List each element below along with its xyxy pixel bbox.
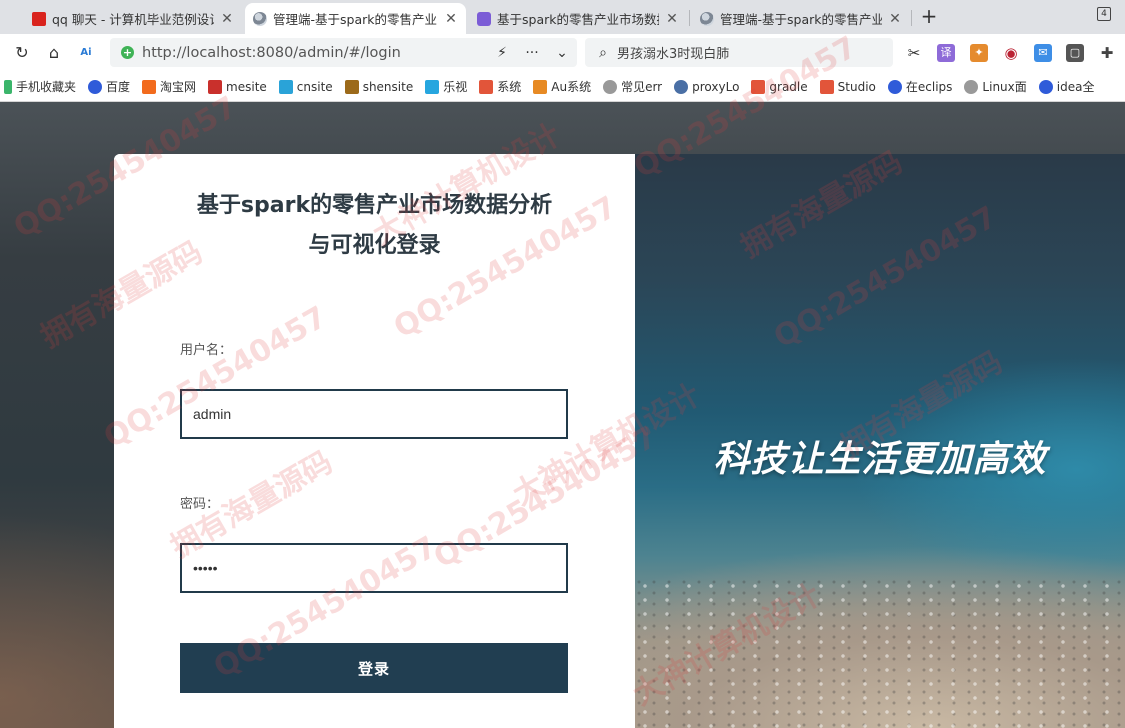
tv-icon xyxy=(425,79,440,94)
globe-favicon-icon xyxy=(700,11,714,26)
cnsite-icon xyxy=(278,79,293,94)
tab-qq-chat[interactable]: qq 聊天 - 计算机毕业范例设计 ✕ xyxy=(24,3,242,34)
title-line-1: 基于spark的零售产业市场数据分析 xyxy=(196,193,553,218)
globe-icon xyxy=(603,79,618,94)
puzzle-icon[interactable]: ✚ xyxy=(1098,44,1116,62)
mail-icon[interactable]: ✉ xyxy=(1034,44,1052,62)
eye-icon[interactable]: ◉ xyxy=(1002,44,1020,62)
login-page: 基于spark的零售产业市场数据分析 与可视化登录 用户名： 密码： 登录 科技… xyxy=(0,102,1125,728)
tab-title: 基于spark的零售产业市场数据 xyxy=(497,12,659,27)
scissors-icon[interactable]: ✂ xyxy=(905,44,923,62)
tab-admin-login-2[interactable]: 管理端-基于spark的零售产业 ✕ xyxy=(692,3,910,34)
tab-title: 管理端-基于spark的零售产业 xyxy=(273,12,437,27)
bookmark-item[interactable]: 淘宝网 xyxy=(142,78,196,95)
bookmark-item[interactable]: 手机收藏夹 xyxy=(4,78,76,95)
username-label: 用户名： xyxy=(180,343,233,358)
tab-separator xyxy=(911,10,912,26)
password-input[interactable] xyxy=(193,545,566,591)
baidu-icon xyxy=(1038,79,1053,94)
lightning-icon[interactable]: ⚡ xyxy=(487,45,517,61)
system-icon xyxy=(479,79,494,94)
qq-favicon-icon xyxy=(32,11,46,26)
taobao-icon xyxy=(142,79,157,94)
address-bar[interactable]: + http://localhost:8080/admin/#/login ⚡ … xyxy=(110,38,577,67)
globe-favicon-icon xyxy=(253,11,267,26)
bookmark-item[interactable]: Studio xyxy=(819,79,876,94)
reload-icon[interactable]: ↻ xyxy=(12,43,32,63)
mesite-icon xyxy=(208,79,223,94)
game-icon[interactable]: ✦ xyxy=(970,44,988,62)
tab-title: 管理端-基于spark的零售产业 xyxy=(720,12,882,27)
translate-icon[interactable]: 译 xyxy=(937,44,955,62)
home-icon[interactable]: ⌂ xyxy=(44,43,64,63)
studio-icon xyxy=(819,79,834,94)
bookmark-item[interactable]: 乐视 xyxy=(425,78,467,95)
tab-admin-login[interactable]: 管理端-基于spark的零售产业 ✕ xyxy=(245,3,466,34)
baidu-icon xyxy=(88,79,103,94)
globe-icon xyxy=(964,79,979,94)
bookmarks-bar: 手机收藏夹 百度 淘宝网 mesite cnsite shensite 乐视 系… xyxy=(0,72,1125,102)
tab-separator xyxy=(689,10,690,26)
bookmark-item[interactable]: 在eclips xyxy=(887,78,952,95)
ai-icon[interactable]: Ai xyxy=(76,43,96,63)
bookmark-item[interactable]: Au系统 xyxy=(533,78,591,95)
bookmark-item[interactable]: idea全 xyxy=(1038,78,1094,95)
title-line-2: 与可视化登录 xyxy=(308,233,441,258)
browser-toolbar: ↻ ⌂ Ai + http://localhost:8080/admin/#/l… xyxy=(0,34,1125,72)
close-icon[interactable]: ✕ xyxy=(888,11,902,27)
banner-slogan: 科技让生活更加高效 xyxy=(713,439,1047,480)
tab-count-badge[interactable]: 4 xyxy=(1097,7,1111,21)
search-icon: ⌕ xyxy=(599,44,607,61)
address-url[interactable]: http://localhost:8080/admin/#/login xyxy=(142,45,487,61)
chevron-down-icon[interactable]: ⌄ xyxy=(547,45,577,61)
new-tab-button[interactable]: + xyxy=(918,5,940,27)
beach-texture xyxy=(635,578,1125,728)
bookmark-item[interactable]: 常见err xyxy=(603,78,662,95)
login-button[interactable]: 登录 xyxy=(180,643,568,693)
more-icon[interactable]: ··· xyxy=(517,45,547,61)
banner-image: 科技让生活更加高效 xyxy=(635,154,1125,728)
reader-icon[interactable]: ▢ xyxy=(1066,44,1084,62)
close-icon[interactable]: ✕ xyxy=(665,11,679,27)
login-form: 基于spark的零售产业市场数据分析 与可视化登录 用户名： 密码： 登录 xyxy=(114,154,635,728)
gradle-icon xyxy=(751,79,766,94)
au-system-icon xyxy=(533,79,548,94)
search-box[interactable]: ⌕ 男孩溺水3时现白肺 xyxy=(585,38,893,67)
username-field-wrapper xyxy=(180,389,568,439)
page-title: 基于spark的零售产业市场数据分析 与可视化登录 xyxy=(154,186,595,266)
bookmark-item[interactable]: cnsite xyxy=(278,79,333,94)
login-card: 基于spark的零售产业市场数据分析 与可视化登录 用户名： 密码： 登录 科技… xyxy=(114,154,1125,728)
username-input[interactable] xyxy=(193,391,566,437)
search-text[interactable]: 男孩溺水3时现白肺 xyxy=(617,43,729,62)
tab-title: qq 聊天 - 计算机毕业范例设计 xyxy=(52,12,214,27)
phone-icon xyxy=(4,79,12,94)
bookmark-item[interactable]: gradle xyxy=(751,79,808,94)
bookmark-item[interactable]: shensite xyxy=(344,79,413,94)
site-info-icon[interactable]: + xyxy=(121,46,134,59)
proxy-icon xyxy=(674,79,689,94)
bookmark-item[interactable]: proxyLo xyxy=(674,79,739,94)
video-favicon-icon xyxy=(477,11,491,26)
password-field-wrapper xyxy=(180,543,568,593)
bookmark-item[interactable]: mesite xyxy=(208,79,267,94)
bookmark-item[interactable]: 百度 xyxy=(88,78,130,95)
tab-spark-analysis[interactable]: 基于spark的零售产业市场数据 ✕ xyxy=(469,3,687,34)
shensite-icon xyxy=(344,79,359,94)
close-icon[interactable]: ✕ xyxy=(444,11,458,27)
bookmark-item[interactable]: Linux面 xyxy=(964,78,1027,95)
password-label: 密码： xyxy=(180,497,220,512)
close-icon[interactable]: ✕ xyxy=(220,11,234,27)
tab-strip: qq 聊天 - 计算机毕业范例设计 ✕ 管理端-基于spark的零售产业 ✕ 基… xyxy=(0,0,1125,34)
baidu-icon xyxy=(887,79,902,94)
bookmark-item[interactable]: 系统 xyxy=(479,78,521,95)
